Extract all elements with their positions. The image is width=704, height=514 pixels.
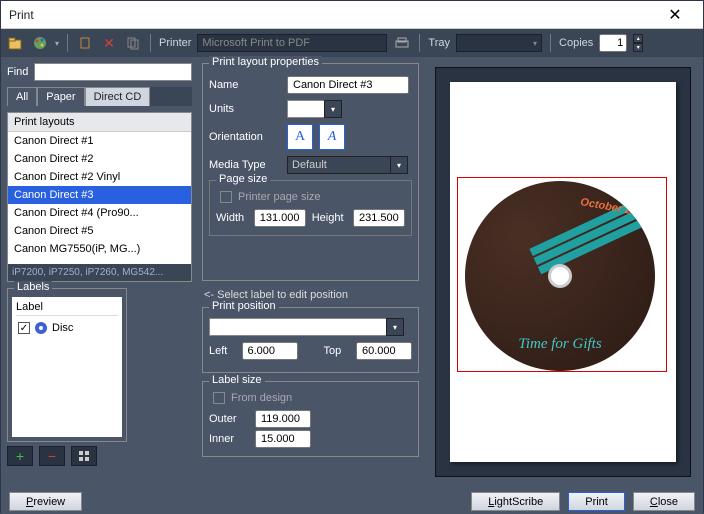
units-label: Units — [209, 103, 281, 115]
media-type-select[interactable]: Default▾ — [287, 156, 391, 174]
left-label: Left — [209, 345, 236, 357]
copy-icon[interactable] — [124, 34, 142, 52]
orientation-portrait[interactable]: A — [287, 124, 313, 150]
tab-paper[interactable]: Paper — [37, 87, 84, 106]
new-icon[interactable] — [76, 34, 94, 52]
list-header: Print layouts — [8, 113, 191, 132]
remove-button[interactable]: − — [39, 446, 65, 466]
printer-page-size-label: Printer page size — [238, 191, 321, 203]
list-item[interactable]: Canon Direct #2 Vinyl — [8, 168, 191, 186]
layout-list[interactable]: Canon Direct #1 Canon Direct #2 Canon Di… — [8, 132, 191, 264]
height-label: Height — [312, 212, 347, 224]
preview-panel: October 23 Time for Gifts — [435, 67, 691, 477]
close-icon[interactable]: ✕ — [655, 5, 695, 25]
media-type-label: Media Type — [209, 159, 281, 171]
find-label: Find — [7, 66, 28, 78]
palette-icon[interactable] — [31, 34, 49, 52]
labels-group-title: Labels — [14, 281, 52, 293]
preview-bounds: October 23 Time for Gifts — [457, 177, 667, 372]
label-row-disc[interactable]: ✓ Disc — [16, 319, 118, 337]
tray-label: Tray — [428, 37, 450, 49]
top-label: Top — [324, 345, 351, 357]
disc-preview: October 23 Time for Gifts — [465, 181, 655, 371]
page-size-title: Page size — [216, 173, 270, 185]
printer-label: Printer — [159, 37, 191, 49]
left-input[interactable] — [242, 342, 298, 360]
label-size-group-title: Label size — [209, 374, 265, 386]
inner-label: Inner — [209, 433, 249, 445]
inner-input[interactable] — [255, 430, 311, 448]
preview-button[interactable]: Preview — [9, 492, 82, 511]
disc-hole — [548, 264, 572, 288]
close-button[interactable]: Close — [633, 492, 695, 511]
list-item[interactable]: Canon Direct #3 — [8, 186, 191, 204]
copies-input[interactable] — [599, 34, 627, 52]
top-input[interactable] — [356, 342, 412, 360]
lightscribe-button[interactable]: LightScribe — [471, 492, 560, 511]
list-item[interactable]: Canon MG7550(iP, MG...) — [8, 240, 191, 258]
orientation-label: Orientation — [209, 131, 281, 143]
printer-dropdown[interactable]: Microsoft Print to PDF — [197, 34, 387, 52]
name-label: Name — [209, 79, 281, 91]
copies-down[interactable]: ▾ — [633, 43, 643, 52]
tab-all[interactable]: All — [7, 87, 37, 106]
window-title: Print — [9, 8, 655, 22]
grid-button[interactable] — [71, 446, 97, 466]
position-group-title: Print position — [209, 300, 279, 312]
position-mode-select[interactable]: Absolute (Top-Left)▾ — [209, 318, 387, 336]
props-group-title: Print layout properties — [209, 56, 322, 68]
print-button[interactable]: Print — [568, 492, 625, 511]
list-item[interactable]: Canon Direct #4 (Pro90... — [8, 204, 191, 222]
outer-label: Outer — [209, 413, 249, 425]
tray-dropdown[interactable]: ▾ — [456, 34, 542, 52]
disc-caption: Time for Gifts — [465, 336, 655, 353]
list-item[interactable]: Canon Direct #5 — [8, 222, 191, 240]
tab-direct-cd[interactable]: Direct CD — [85, 87, 151, 106]
units-select[interactable]: mm▾ — [287, 100, 325, 118]
labels-column-header: Label — [16, 301, 118, 316]
open-icon[interactable] — [7, 34, 25, 52]
print-icon[interactable] — [393, 34, 411, 52]
from-design-label: From design — [231, 392, 292, 404]
preview-page: October 23 Time for Gifts — [450, 82, 676, 462]
list-item[interactable]: Canon Direct #2 — [8, 150, 191, 168]
copies-up[interactable]: ▴ — [633, 34, 643, 43]
list-footer: iP7200, iP7250, iP7260, MG542... — [8, 264, 191, 281]
orientation-landscape[interactable]: A — [319, 124, 345, 150]
delete-icon[interactable]: ✕ — [100, 34, 118, 52]
printer-page-size-checkbox[interactable] — [220, 191, 232, 203]
copies-label: Copies — [559, 37, 593, 49]
from-design-checkbox[interactable] — [213, 392, 225, 404]
width-input[interactable] — [254, 209, 306, 227]
add-button[interactable]: + — [7, 446, 33, 466]
list-item[interactable]: Canon Direct #1 — [8, 132, 191, 150]
height-input[interactable] — [353, 209, 405, 227]
name-input[interactable] — [287, 76, 409, 94]
width-label: Width — [216, 212, 248, 224]
outer-input[interactable] — [255, 410, 311, 428]
find-input[interactable] — [34, 63, 192, 81]
